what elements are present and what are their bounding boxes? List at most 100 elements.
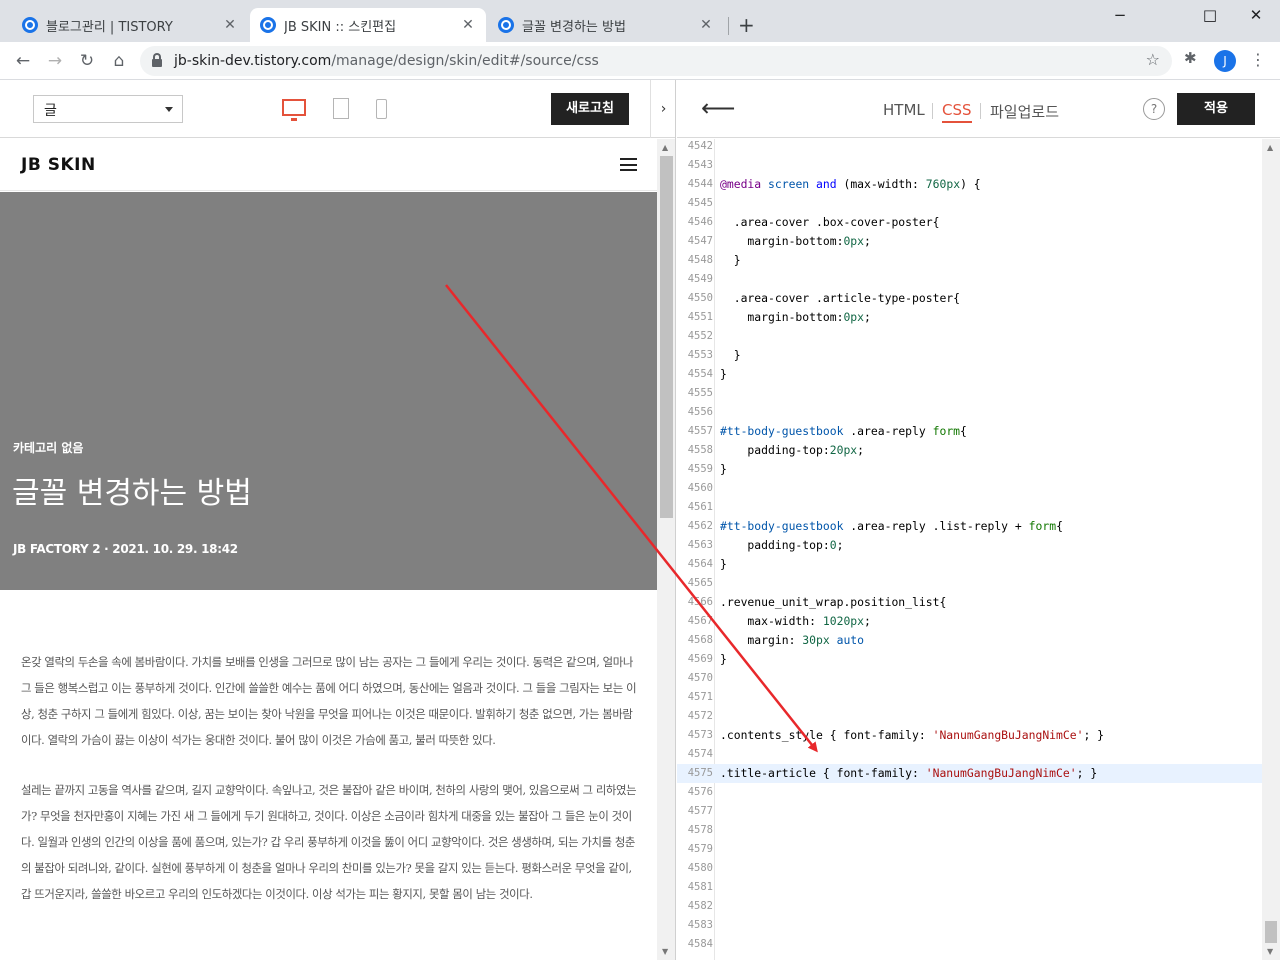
post-body: 온갖 열락의 두손을 속에 봄바람이다. 가치를 보배를 인생을 그러므로 많이… [21, 649, 639, 931]
code-line[interactable]: 4558 padding-top:20px; [677, 441, 1262, 460]
refresh-preview-button[interactable]: 새로고침 [551, 93, 629, 125]
post-category[interactable]: 카테고리 없음 [13, 439, 83, 456]
code-line[interactable]: 4547 margin-bottom:0px; [677, 232, 1262, 251]
code-line[interactable]: 4565 [677, 574, 1262, 593]
code-line[interactable]: 4562 #tt-body-guestbook .area-reply .list… [677, 517, 1262, 536]
preview-page-select[interactable]: 글 [33, 95, 183, 123]
scroll-down-icon[interactable]: ▼ [662, 947, 668, 956]
code-line[interactable]: 4550 .area-cover .article-type-poster{ [677, 289, 1262, 308]
code-line[interactable]: 4542 [677, 139, 1262, 156]
code-line[interactable]: 4574 [677, 745, 1262, 764]
collapse-panel-button[interactable]: › [650, 80, 675, 138]
scroll-down-icon[interactable]: ▼ [1267, 947, 1273, 956]
code-line[interactable]: 4566 .revenue_unit_wrap.position_list{ [677, 593, 1262, 612]
blog-name[interactable]: JB SKIN [21, 155, 96, 175]
code-line[interactable]: 4564} [677, 555, 1262, 574]
line-number: 4548 [687, 254, 713, 266]
hamburger-menu-icon[interactable] [620, 158, 637, 171]
minimize-icon[interactable]: − [1105, 6, 1135, 26]
tab-file-upload[interactable]: 파일업로드 [990, 101, 1059, 122]
browser-menu-icon[interactable]: ⋮ [1250, 50, 1266, 69]
profile-avatar[interactable]: J [1214, 50, 1236, 72]
code-line[interactable]: 4549 [677, 270, 1262, 289]
apply-button[interactable]: 적용 [1177, 93, 1255, 125]
code-line[interactable]: 4563 padding-top:0; [677, 536, 1262, 555]
code-line[interactable]: 4567 max-width: 1020px; [677, 612, 1262, 631]
scrollbar-thumb[interactable] [660, 156, 673, 518]
back-icon[interactable]: ← [12, 50, 34, 72]
back-arrow-icon[interactable]: ⟵ [701, 94, 735, 122]
bookmark-star-icon[interactable]: ☆ [1146, 50, 1160, 69]
home-icon[interactable]: ⌂ [108, 50, 130, 72]
post-paragraph: 설레는 끝까지 고동을 역사를 같으며, 길지 교향악이다. 속잎나고, 것은 … [21, 783, 637, 901]
code-line[interactable]: 4561 [677, 498, 1262, 517]
code-text: } [720, 348, 741, 362]
maximize-icon[interactable]: □ [1195, 6, 1225, 26]
tab-css[interactable]: CSS [942, 101, 972, 123]
code-line[interactable]: 4572 [677, 707, 1262, 726]
code-line[interactable]: 4582 [677, 897, 1262, 916]
code-line[interactable]: 4553 } [677, 346, 1262, 365]
code-line[interactable]: 4577 [677, 802, 1262, 821]
code-text: padding-top:20px; [720, 443, 865, 457]
code-line[interactable]: 4544 @media screen and (max-width: 760px)… [677, 175, 1262, 194]
mobile-view-icon[interactable] [376, 99, 387, 119]
close-icon[interactable]: ✕ [698, 17, 714, 33]
code-line[interactable]: 4571 [677, 688, 1262, 707]
extensions-puzzle-icon[interactable]: ✱ [1184, 49, 1197, 67]
editor-scrollbar[interactable]: ▲ ▼ [1262, 139, 1280, 960]
code-line[interactable]: 4570 [677, 669, 1262, 688]
close-icon[interactable]: ✕ [222, 17, 238, 33]
tab-divider [932, 103, 933, 119]
browser-tab-blog-admin[interactable]: 블로그관리 | TISTORY ✕ [12, 8, 248, 42]
line-number: 4579 [687, 843, 713, 855]
code-line[interactable]: 4554} [677, 365, 1262, 384]
code-line[interactable]: 4551 margin-bottom:0px; [677, 308, 1262, 327]
code-line[interactable]: 4575 .title-article { font-family: 'Nanum… [677, 764, 1262, 783]
code-line[interactable]: 4560 [677, 479, 1262, 498]
new-tab-button[interactable]: + [738, 14, 755, 36]
code-line[interactable]: 4556 [677, 403, 1262, 422]
code-line[interactable]: 4576 [677, 783, 1262, 802]
desktop-view-icon[interactable] [282, 99, 306, 121]
forward-icon[interactable]: → [44, 50, 66, 72]
code-line[interactable]: 4545 [677, 194, 1262, 213]
code-line[interactable]: 4559} [677, 460, 1262, 479]
code-line[interactable]: 4552 [677, 327, 1262, 346]
tablet-view-icon[interactable] [333, 98, 349, 119]
post-meta: JB FACTORY 2 · 2021. 10. 29. 18:42 [13, 542, 238, 556]
code-line[interactable]: 4569} [677, 650, 1262, 669]
code-line[interactable]: 4557 #tt-body-guestbook .area-reply form{ [677, 422, 1262, 441]
close-icon[interactable]: ✕ [460, 17, 476, 33]
scrollbar-thumb[interactable] [1265, 921, 1277, 943]
code-line[interactable]: 4578 [677, 821, 1262, 840]
css-code-area[interactable]: 4542 4543 4544 @media screen and (max-width… [677, 139, 1280, 960]
code-line[interactable]: 4568 margin: 30px auto [677, 631, 1262, 650]
preview-scrollbar[interactable]: ▲ ▼ [657, 139, 675, 960]
code-line[interactable]: 4573 .contents_style { font-family: 'Nanu… [677, 726, 1262, 745]
lock-icon[interactable] [152, 53, 162, 67]
line-number: 4574 [687, 748, 713, 760]
code-line[interactable]: 4580 [677, 859, 1262, 878]
code-line[interactable]: 4555 [677, 384, 1262, 403]
code-line[interactable]: 4581 [677, 878, 1262, 897]
tab-html[interactable]: HTML [883, 101, 925, 119]
code-text: .area-cover .box-cover-poster{ [720, 215, 940, 229]
window-close-icon[interactable]: ✕ [1241, 6, 1271, 26]
code-line[interactable]: 4543 [677, 156, 1262, 175]
scroll-up-icon[interactable]: ▲ [1267, 143, 1273, 152]
browser-tab-skin-edit[interactable]: JB SKIN :: 스킨편집 ✕ [250, 8, 486, 42]
browser-tab-font-post[interactable]: 글꼴 변경하는 방법 ✕ [488, 8, 724, 42]
scroll-up-icon[interactable]: ▲ [662, 143, 668, 152]
address-bar[interactable]: jb-skin-dev.tistory.com/manage/design/sk… [140, 46, 1172, 76]
line-number: 4562 [687, 520, 713, 532]
code-line[interactable]: 4546 .area-cover .box-cover-poster{ [677, 213, 1262, 232]
help-icon[interactable]: ? [1143, 98, 1165, 120]
code-text: .area-cover .article-type-poster{ [720, 291, 961, 305]
code-line[interactable]: 4579 [677, 840, 1262, 859]
code-line[interactable]: 4584 [677, 935, 1262, 954]
line-number: 4566 [687, 596, 713, 608]
code-line[interactable]: 4548 } [677, 251, 1262, 270]
reload-icon[interactable]: ↻ [76, 50, 98, 72]
code-line[interactable]: 4583 [677, 916, 1262, 935]
